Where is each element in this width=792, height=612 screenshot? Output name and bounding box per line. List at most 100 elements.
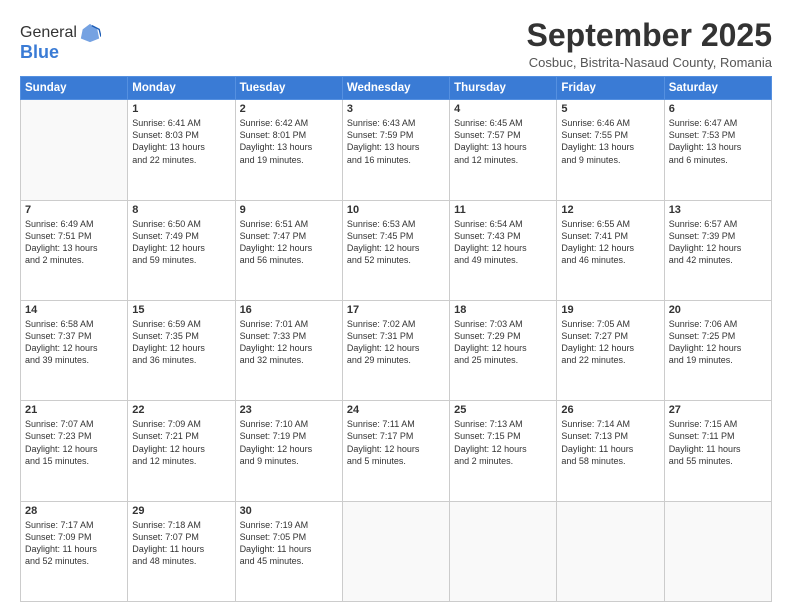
calendar-week-2: 14Sunrise: 6:58 AMSunset: 7:37 PMDayligh…	[21, 300, 772, 400]
table-row: 11 Sunrise: 6:54 AMSunset: 7:43 PMDayligh…	[450, 200, 557, 300]
table-row	[664, 501, 771, 601]
table-row: 7 Sunrise: 6:49 AMSunset: 7:51 PMDaylight…	[21, 200, 128, 300]
table-row: 20 Sunrise: 7:06 AMSunset: 7:25 PMDayligh…	[664, 300, 771, 400]
day-info: Sunrise: 7:09 AMSunset: 7:21 PMDaylight:…	[132, 418, 230, 467]
table-row: 18 Sunrise: 7:03 AMSunset: 7:29 PMDayligh…	[450, 300, 557, 400]
day-info: Sunrise: 6:46 AMSunset: 7:55 PMDaylight:…	[561, 117, 659, 166]
day-info: Sunrise: 7:18 AMSunset: 7:07 PMDaylight:…	[132, 519, 230, 568]
day-number: 11	[454, 204, 552, 216]
table-row: 22 Sunrise: 7:09 AMSunset: 7:21 PMDayligh…	[128, 401, 235, 501]
day-number: 4	[454, 103, 552, 115]
day-number: 16	[240, 304, 338, 316]
day-number: 3	[347, 103, 445, 115]
day-number: 28	[25, 505, 123, 517]
day-number: 8	[132, 204, 230, 216]
day-number: 15	[132, 304, 230, 316]
table-row: 4 Sunrise: 6:45 AMSunset: 7:57 PMDaylight…	[450, 100, 557, 200]
day-info: Sunrise: 6:59 AMSunset: 7:35 PMDaylight:…	[132, 318, 230, 367]
day-number: 30	[240, 505, 338, 517]
logo-icon	[79, 22, 101, 44]
day-number: 21	[25, 404, 123, 416]
logo-general-text: General	[20, 24, 77, 42]
day-number: 20	[669, 304, 767, 316]
day-number: 24	[347, 404, 445, 416]
day-info: Sunrise: 7:19 AMSunset: 7:05 PMDaylight:…	[240, 519, 338, 568]
table-row: 5Sunrise: 6:46 AMSunset: 7:55 PMDaylight…	[557, 100, 664, 200]
calendar-week-0: 1Sunrise: 6:41 AMSunset: 8:03 PMDaylight…	[21, 100, 772, 200]
day-info: Sunrise: 7:03 AMSunset: 7:29 PMDaylight:…	[454, 318, 552, 367]
day-number: 25	[454, 404, 552, 416]
day-number: 29	[132, 505, 230, 517]
day-info: Sunrise: 7:07 AMSunset: 7:23 PMDaylight:…	[25, 418, 123, 467]
day-info: Sunrise: 6:54 AMSunset: 7:43 PMDaylight:…	[454, 218, 552, 267]
col-tuesday: Tuesday	[235, 77, 342, 100]
table-row: 1Sunrise: 6:41 AMSunset: 8:03 PMDaylight…	[128, 100, 235, 200]
col-wednesday: Wednesday	[342, 77, 449, 100]
day-number: 12	[561, 204, 659, 216]
day-info: Sunrise: 7:05 AMSunset: 7:27 PMDaylight:…	[561, 318, 659, 367]
table-row: 10Sunrise: 6:53 AMSunset: 7:45 PMDayligh…	[342, 200, 449, 300]
title-block: September 2025 Cosbuc, Bistrita-Nasaud C…	[527, 18, 772, 70]
day-info: Sunrise: 7:17 AMSunset: 7:09 PMDaylight:…	[25, 519, 123, 568]
table-row	[557, 501, 664, 601]
calendar-week-3: 21 Sunrise: 7:07 AMSunset: 7:23 PMDayligh…	[21, 401, 772, 501]
calendar-week-4: 28 Sunrise: 7:17 AMSunset: 7:09 PMDayligh…	[21, 501, 772, 601]
day-info: Sunrise: 6:45 AMSunset: 7:57 PMDaylight:…	[454, 117, 552, 166]
table-row: 12 Sunrise: 6:55 AMSunset: 7:41 PMDayligh…	[557, 200, 664, 300]
table-row	[342, 501, 449, 601]
table-row: 13Sunrise: 6:57 AMSunset: 7:39 PMDayligh…	[664, 200, 771, 300]
table-row: 16 Sunrise: 7:01 AMSunset: 7:33 PMDayligh…	[235, 300, 342, 400]
day-number: 17	[347, 304, 445, 316]
day-info: Sunrise: 7:14 AMSunset: 7:13 PMDaylight:…	[561, 418, 659, 467]
day-info: Sunrise: 7:13 AMSunset: 7:15 PMDaylight:…	[454, 418, 552, 467]
table-row: 8Sunrise: 6:50 AMSunset: 7:49 PMDaylight…	[128, 200, 235, 300]
day-info: Sunrise: 7:10 AMSunset: 7:19 PMDaylight:…	[240, 418, 338, 467]
day-info: Sunrise: 6:42 AMSunset: 8:01 PMDaylight:…	[240, 117, 338, 166]
day-info: Sunrise: 6:51 AMSunset: 7:47 PMDaylight:…	[240, 218, 338, 267]
day-info: Sunrise: 7:06 AMSunset: 7:25 PMDaylight:…	[669, 318, 767, 367]
table-row: 23 Sunrise: 7:10 AMSunset: 7:19 PMDayligh…	[235, 401, 342, 501]
logo: General Blue	[20, 22, 101, 63]
table-row: 28 Sunrise: 7:17 AMSunset: 7:09 PMDayligh…	[21, 501, 128, 601]
day-info: Sunrise: 6:43 AMSunset: 7:59 PMDaylight:…	[347, 117, 445, 166]
col-friday: Friday	[557, 77, 664, 100]
day-number: 7	[25, 204, 123, 216]
day-number: 27	[669, 404, 767, 416]
table-row: 17 Sunrise: 7:02 AMSunset: 7:31 PMDayligh…	[342, 300, 449, 400]
month-title: September 2025	[527, 18, 772, 53]
day-info: Sunrise: 7:02 AMSunset: 7:31 PMDaylight:…	[347, 318, 445, 367]
col-sunday: Sunday	[21, 77, 128, 100]
col-saturday: Saturday	[664, 77, 771, 100]
col-monday: Monday	[128, 77, 235, 100]
header-row: Sunday Monday Tuesday Wednesday Thursday…	[21, 77, 772, 100]
day-info: Sunrise: 6:49 AMSunset: 7:51 PMDaylight:…	[25, 218, 123, 267]
calendar-week-1: 7 Sunrise: 6:49 AMSunset: 7:51 PMDaylight…	[21, 200, 772, 300]
table-row: 15 Sunrise: 6:59 AMSunset: 7:35 PMDayligh…	[128, 300, 235, 400]
day-number: 26	[561, 404, 659, 416]
table-row: 9 Sunrise: 6:51 AMSunset: 7:47 PMDaylight…	[235, 200, 342, 300]
table-row: 21 Sunrise: 7:07 AMSunset: 7:23 PMDayligh…	[21, 401, 128, 501]
page: General Blue September 2025 Cosbuc, Bist…	[0, 0, 792, 612]
day-number: 22	[132, 404, 230, 416]
col-thursday: Thursday	[450, 77, 557, 100]
table-row: 3 Sunrise: 6:43 AMSunset: 7:59 PMDaylight…	[342, 100, 449, 200]
table-row: 29 Sunrise: 7:18 AMSunset: 7:07 PMDayligh…	[128, 501, 235, 601]
table-row: 24Sunrise: 7:11 AMSunset: 7:17 PMDayligh…	[342, 401, 449, 501]
location: Cosbuc, Bistrita-Nasaud County, Romania	[527, 55, 772, 70]
day-number: 6	[669, 103, 767, 115]
day-number: 14	[25, 304, 123, 316]
day-info: Sunrise: 7:01 AMSunset: 7:33 PMDaylight:…	[240, 318, 338, 367]
table-row: 30 Sunrise: 7:19 AMSunset: 7:05 PMDayligh…	[235, 501, 342, 601]
day-number: 10	[347, 204, 445, 216]
table-row: 2Sunrise: 6:42 AMSunset: 8:01 PMDaylight…	[235, 100, 342, 200]
day-info: Sunrise: 6:57 AMSunset: 7:39 PMDaylight:…	[669, 218, 767, 267]
day-number: 18	[454, 304, 552, 316]
day-number: 9	[240, 204, 338, 216]
day-info: Sunrise: 6:41 AMSunset: 8:03 PMDaylight:…	[132, 117, 230, 166]
day-number: 23	[240, 404, 338, 416]
table-row: 27Sunrise: 7:15 AMSunset: 7:11 PMDayligh…	[664, 401, 771, 501]
day-info: Sunrise: 6:55 AMSunset: 7:41 PMDaylight:…	[561, 218, 659, 267]
table-row: 26 Sunrise: 7:14 AMSunset: 7:13 PMDayligh…	[557, 401, 664, 501]
day-info: Sunrise: 6:47 AMSunset: 7:53 PMDaylight:…	[669, 117, 767, 166]
logo-blue-text: Blue	[20, 42, 101, 63]
